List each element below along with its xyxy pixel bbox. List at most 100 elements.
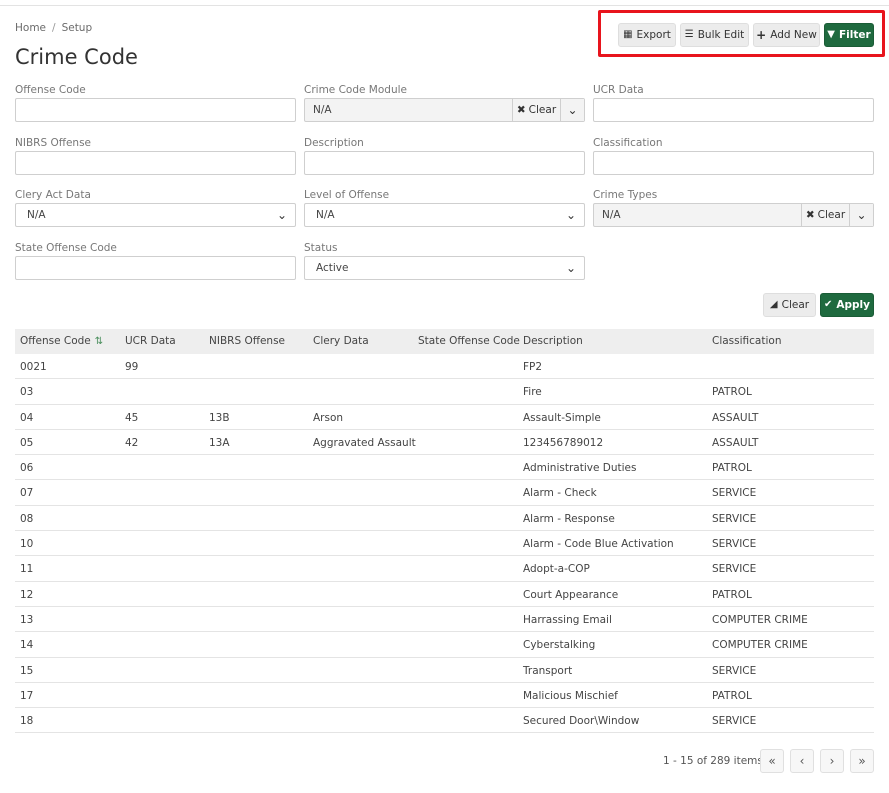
table-row[interactable]: 14 Cyberstalking COMPUTER CRIME (15, 632, 874, 658)
col-header-description[interactable]: Description (523, 335, 583, 347)
chevron-down-icon: ⌄ (565, 208, 576, 222)
breadcrumb-home[interactable]: Home (15, 22, 46, 34)
chevron-down-icon[interactable]: ⌄ (849, 204, 873, 226)
state-offense-code-input[interactable] (15, 256, 296, 280)
description-input[interactable] (304, 151, 585, 175)
clear-filters-label: Clear (781, 299, 810, 311)
cell-classification: SERVICE (712, 664, 757, 677)
cell-description: Assault-Simple (523, 411, 601, 424)
table-row[interactable]: 06 Administrative Duties PATROL (15, 455, 874, 481)
nibrs-offense-label: NIBRS Offense (15, 137, 91, 149)
offense-code-label: Offense Code (15, 84, 86, 96)
export-button[interactable]: ▦ Export (618, 23, 676, 47)
table-row[interactable]: 08 Alarm - Response SERVICE (15, 506, 874, 532)
cell-classification: PATROL (712, 386, 752, 399)
cell-offense-code: 0021 (20, 361, 47, 373)
first-page-button[interactable]: « (760, 749, 784, 773)
previous-page-button[interactable]: ‹ (790, 749, 814, 773)
chevron-left-icon: ‹ (799, 754, 805, 768)
cell-description: Alarm - Check (523, 487, 597, 500)
breadcrumb-separator: / (52, 22, 56, 34)
table-row[interactable]: 05 42 13A Aggravated Assault 123456789012 ASS… (15, 430, 874, 456)
cell-nibrs-offense: 13A (209, 436, 230, 449)
filter-button[interactable]: ▼ Filter (824, 23, 874, 47)
nibrs-offense-input[interactable] (15, 151, 296, 175)
cell-classification: ASSAULT (712, 436, 759, 449)
table-row[interactable]: 03 Fire PATROL (15, 379, 874, 405)
table-row[interactable]: 11 Adopt-a-COP SERVICE (15, 556, 874, 582)
cell-classification: SERVICE (712, 487, 757, 500)
classification-input[interactable] (593, 151, 874, 175)
table-row[interactable]: 0021 99 FP2 (15, 354, 874, 380)
cell-description: 123456789012 (523, 436, 604, 449)
status-select[interactable]: Active ⌄ (304, 256, 585, 280)
table-row[interactable]: 12 Court Appearance PATROL (15, 582, 874, 607)
col-header-clery-data[interactable]: Clery Data (313, 335, 369, 347)
table-row[interactable]: 18 Secured Door\Window SERVICE (15, 708, 874, 734)
table-row[interactable]: 13 Harrassing Email COMPUTER CRIME (15, 607, 874, 633)
list-icon: ☰ (684, 29, 694, 40)
crime-code-module-select[interactable]: N/A ✖ Clear ⌄ (304, 98, 585, 122)
cell-offense-code: 05 (20, 436, 34, 449)
next-page-button[interactable]: › (820, 749, 844, 773)
cell-ucr-data: 45 (125, 411, 139, 424)
level-of-offense-select[interactable]: N/A ⌄ (304, 203, 585, 227)
cell-offense-code: 14 (20, 639, 34, 652)
clear-filters-button[interactable]: ◢ Clear (763, 293, 816, 317)
cell-offense-code: 18 (20, 715, 34, 728)
crime-code-module-value: N/A (313, 104, 332, 116)
breadcrumb: Home / Setup (15, 22, 92, 34)
table-row[interactable]: 17 Malicious Mischief PATROL (15, 683, 874, 709)
crime-code-module-label: Crime Code Module (304, 84, 407, 96)
cell-ucr-data: 42 (125, 436, 139, 449)
cell-offense-code: 11 (20, 563, 34, 576)
ucr-data-input[interactable] (593, 98, 874, 122)
chevron-down-icon[interactable]: ⌄ (560, 99, 584, 121)
ucr-data-label: UCR Data (593, 84, 644, 96)
level-of-offense-label: Level of Offense (304, 189, 390, 201)
filter-icon: ▼ (827, 29, 835, 40)
offense-code-input[interactable] (15, 98, 296, 122)
col-header-classification[interactable]: Classification (712, 335, 781, 347)
cell-classification: PATROL (712, 462, 752, 475)
crime-types-select[interactable]: N/A ✖ Clear ⌄ (593, 203, 874, 227)
crime-types-clear-button[interactable]: ✖ Clear (801, 204, 849, 226)
last-page-button[interactable]: » (850, 749, 874, 773)
cell-description: Cyberstalking (523, 639, 596, 652)
apply-button[interactable]: ✔ Apply (820, 293, 874, 317)
cell-offense-code: 07 (20, 487, 34, 500)
cell-offense-code: 06 (20, 462, 34, 475)
col-header-ucr-data[interactable]: UCR Data (125, 335, 176, 347)
cell-offense-code: 03 (20, 386, 34, 399)
cell-description: Alarm - Code Blue Activation (523, 538, 674, 551)
sort-ascending-icon[interactable]: ⇅ (95, 336, 103, 347)
chevron-down-icon: ⌄ (565, 261, 576, 275)
cell-classification: ASSAULT (712, 411, 759, 424)
crime-types-label: Crime Types (593, 189, 658, 201)
cell-description: Malicious Mischief (523, 689, 618, 702)
table-row[interactable]: 15 Transport SERVICE (15, 658, 874, 683)
col-header-state-offense-code[interactable]: State Offense Code (418, 335, 520, 347)
cell-description: Fire (523, 386, 542, 399)
add-new-button[interactable]: + Add New (753, 23, 820, 47)
chevron-right-icon: › (829, 754, 835, 768)
cell-classification: SERVICE (712, 715, 757, 728)
col-header-offense-code[interactable]: Offense Code ⇅ (20, 335, 103, 347)
close-icon: ✖ (516, 104, 526, 116)
check-icon: ✔ (824, 299, 833, 310)
cell-offense-code: 17 (20, 689, 34, 702)
state-offense-code-label: State Offense Code (15, 242, 117, 254)
cell-description: FP2 (523, 361, 543, 373)
plus-icon: + (756, 28, 767, 42)
clery-act-data-select[interactable]: N/A ⌄ (15, 203, 296, 227)
crime-code-table: Offense Code ⇅ UCR Data NIBRS Offense Cle… (15, 329, 874, 734)
cell-classification: SERVICE (712, 538, 757, 551)
crime-code-module-clear-button[interactable]: ✖ Clear (512, 99, 560, 121)
table-row[interactable]: 10 Alarm - Code Blue Activation SERVICE (15, 531, 874, 557)
crime-types-clear-label: Clear (817, 209, 846, 221)
table-row[interactable]: 04 45 13B Arson Assault-Simple ASSAULT (15, 405, 874, 430)
col-header-nibrs-offense[interactable]: NIBRS Offense (209, 335, 285, 347)
clery-act-data-value: N/A (27, 209, 46, 221)
table-row[interactable]: 07 Alarm - Check SERVICE (15, 480, 874, 506)
bulk-edit-button[interactable]: ☰ Bulk Edit (680, 23, 749, 47)
